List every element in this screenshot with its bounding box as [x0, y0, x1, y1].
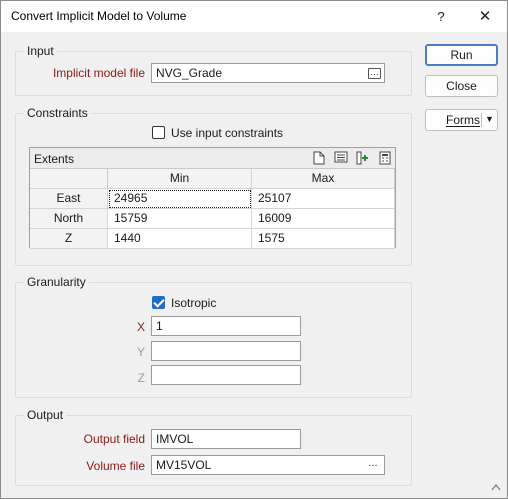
output-field-input[interactable]: IMVOL: [151, 429, 301, 449]
implicit-model-file-value: NVG_Grade: [156, 66, 223, 80]
output-field-label: Output field: [83, 432, 145, 446]
close-button[interactable]: Close: [425, 75, 498, 97]
y-input[interactable]: [151, 341, 301, 361]
insert-column-icon[interactable]: [356, 151, 370, 165]
dialog-window: Convert Implicit Model to Volume ? ✕ Run…: [0, 0, 508, 499]
east-max-cell[interactable]: 25107: [252, 189, 395, 209]
resize-grip-icon[interactable]: [491, 483, 501, 494]
window-close-button[interactable]: ✕: [465, 1, 505, 32]
browse-icon[interactable]: …: [368, 68, 381, 79]
run-button[interactable]: Run: [425, 44, 498, 66]
z-min-cell[interactable]: 1440: [108, 229, 252, 249]
north-min-cell[interactable]: 15759: [108, 209, 252, 229]
z-max-cell[interactable]: 1575: [252, 229, 395, 249]
extents-grid-header: Extents: [30, 148, 395, 169]
column-header-max: Max: [252, 169, 395, 189]
north-max-cell[interactable]: 16009: [252, 209, 395, 229]
volume-file-input[interactable]: MV15VOL ...: [151, 455, 385, 475]
help-button[interactable]: ?: [421, 1, 461, 32]
output-group-label: Output: [24, 408, 67, 422]
z-input[interactable]: [151, 365, 301, 385]
x-value: 1: [156, 319, 163, 333]
granularity-group-label: Granularity: [24, 275, 89, 289]
row-header-east: East: [30, 189, 108, 209]
column-header-min: Min: [108, 169, 252, 189]
window-title: Convert Implicit Model to Volume: [11, 9, 187, 23]
input-group-label: Input: [24, 44, 57, 58]
extents-title: Extents: [34, 152, 75, 166]
isotropic-label: Isotropic: [171, 296, 217, 310]
calculator-icon[interactable]: [378, 151, 392, 165]
output-group: Output: [15, 408, 412, 486]
title-bar: Convert Implicit Model to Volume ? ✕: [1, 1, 507, 32]
z-label: Z: [137, 371, 145, 385]
x-input[interactable]: 1: [151, 316, 301, 336]
extents-grid: Extents Min Max East 24965 25107 North 1…: [29, 147, 396, 249]
volume-file-label: Volume file: [86, 459, 145, 473]
list-icon[interactable]: [334, 151, 348, 165]
east-min-cell[interactable]: 24965: [108, 189, 252, 209]
implicit-model-file-input[interactable]: NVG_Grade …: [151, 63, 385, 83]
forms-dropdown-arrow-icon[interactable]: ▼: [485, 114, 494, 124]
use-input-constraints-checkbox[interactable]: [152, 126, 165, 139]
x-label: X: [136, 320, 145, 334]
forms-label: Forms: [446, 113, 480, 127]
output-field-value: IMVOL: [156, 432, 194, 446]
use-input-constraints-label: Use input constraints: [171, 126, 284, 140]
volume-file-value: MV15VOL: [156, 458, 212, 472]
y-label: Y: [136, 345, 145, 359]
forms-split-divider: [481, 113, 482, 127]
row-header-z: Z: [30, 229, 108, 249]
constraints-group-label: Constraints: [24, 106, 91, 120]
corner-cell: [30, 169, 108, 189]
row-header-north: North: [30, 209, 108, 229]
new-file-icon[interactable]: [312, 151, 326, 165]
implicit-model-file-label: Implicit model file: [52, 66, 145, 80]
volume-file-browse-icon[interactable]: ...: [365, 458, 381, 472]
isotropic-checkbox[interactable]: [152, 296, 165, 309]
